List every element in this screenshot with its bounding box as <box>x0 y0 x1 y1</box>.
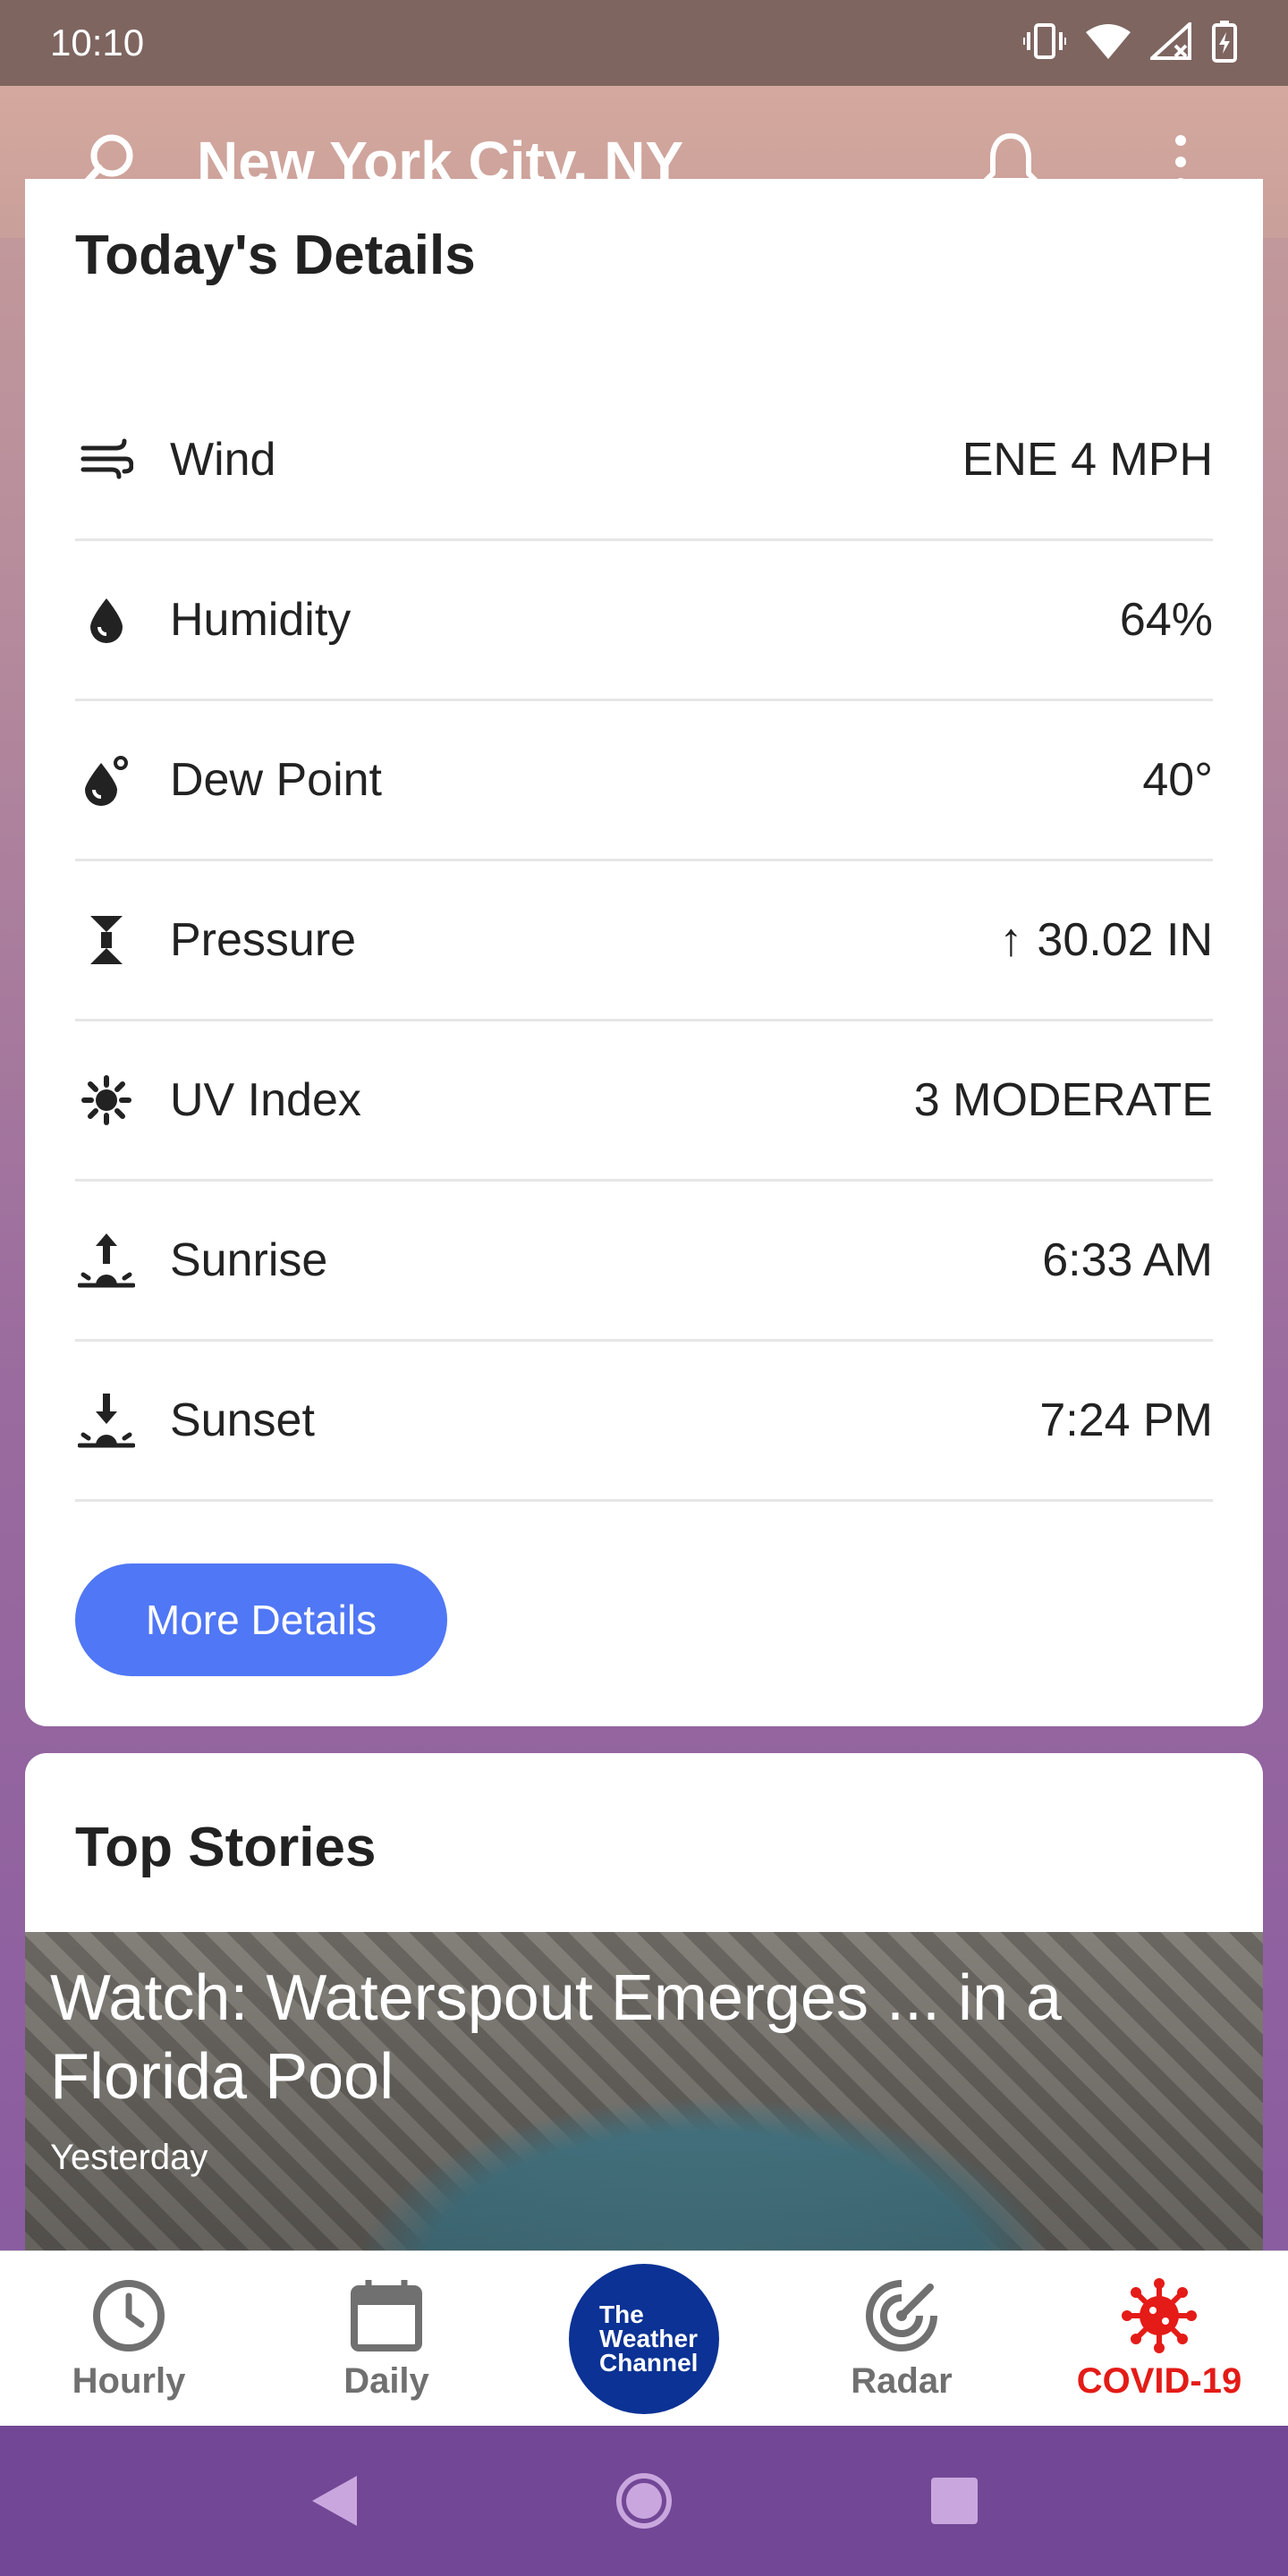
detail-value: 3 MODERATE <box>913 1074 1213 1126</box>
story-headline[interactable]: Watch: Waterspout Emerges ... in a Flori… <box>50 1959 1195 2116</box>
detail-label: Pressure <box>170 914 357 966</box>
nav-covid-19[interactable]: COVID-19 <box>1061 2275 1258 2402</box>
detail-value: 6:33 AM <box>1042 1234 1213 1286</box>
status-icons <box>1021 19 1238 67</box>
back-icon[interactable] <box>298 2465 369 2537</box>
wifi-icon <box>1086 23 1131 64</box>
details-title: Today's Details <box>75 225 476 286</box>
calendar-icon <box>346 2275 427 2356</box>
detail-label: Humidity <box>170 594 352 646</box>
nav-label: Hourly <box>72 2361 186 2401</box>
detail-row-sunrise: Sunrise 6:33 AM <box>75 1182 1213 1342</box>
radar-icon <box>861 2275 942 2356</box>
nav-label: Radar <box>851 2361 953 2401</box>
detail-row-wind: Wind ENE 4 MPH <box>75 381 1213 541</box>
home-circle-icon[interactable] <box>608 2465 680 2537</box>
sunset-icon <box>75 1389 138 1452</box>
stories-title: Top Stories <box>75 1817 377 1878</box>
detail-row-uv-index: UV Index 3 MODERATE <box>75 1021 1213 1182</box>
pressure-icon <box>75 909 138 971</box>
pressure-trend-up-icon: ↑ <box>999 914 1023 966</box>
nav-label: COVID-19 <box>1076 2361 1242 2401</box>
signal-icon <box>1147 19 1191 64</box>
nav-daily[interactable]: Daily <box>288 2275 485 2402</box>
nav-home-logo[interactable]: The Weather Channel <box>546 2263 742 2414</box>
nav-hourly[interactable]: Hourly <box>30 2275 227 2402</box>
detail-label: Sunrise <box>170 1234 328 1286</box>
more-details-button[interactable]: More Details <box>75 1563 447 1676</box>
detail-value: 7:24 PM <box>1039 1394 1213 1446</box>
dew-point-icon <box>75 749 138 811</box>
virus-icon <box>1119 2275 1199 2356</box>
logo-line: The <box>599 2301 644 2328</box>
detail-row-pressure: Pressure ↑ 30.02 IN <box>75 861 1213 1021</box>
detail-row-sunset: Sunset 7:24 PM <box>75 1342 1213 1502</box>
sunrise-icon <box>75 1229 138 1292</box>
detail-value: 40° <box>1142 754 1213 806</box>
status-bar: 10:10 <box>0 0 1288 86</box>
detail-value: 30.02 IN <box>1037 914 1213 966</box>
nav-label: Daily <box>343 2361 429 2401</box>
detail-label: Sunset <box>170 1394 315 1446</box>
recents-square-icon[interactable] <box>919 2465 990 2537</box>
clock-icon <box>89 2275 169 2356</box>
logo-line: Weather <box>599 2325 698 2352</box>
vibrate-icon <box>1021 21 1068 65</box>
nav-radar[interactable]: Radar <box>803 2275 1000 2402</box>
wind-icon <box>75 428 138 491</box>
battery-icon <box>1211 20 1238 67</box>
story-time: Yesterday <box>50 2138 208 2177</box>
detail-value: ENE 4 MPH <box>962 434 1213 486</box>
detail-value: 64% <box>1119 594 1213 646</box>
bottom-nav: Hourly Daily The Weather Channel Radar C… <box>0 2250 1288 2426</box>
status-time: 10:10 <box>50 21 145 64</box>
pressure-value: ↑ 30.02 IN <box>999 913 1213 967</box>
uv-index-icon <box>75 1069 138 1131</box>
logo-line: Channel <box>599 2349 699 2377</box>
todays-details-card: Today's Details Wind ENE 4 MPH Humidity … <box>25 179 1263 1726</box>
detail-label: Wind <box>170 434 276 486</box>
detail-label: Dew Point <box>170 754 382 806</box>
system-nav-bar <box>0 2426 1288 2576</box>
weather-channel-logo[interactable]: The Weather Channel <box>569 2263 719 2414</box>
detail-label: UV Index <box>170 1074 361 1126</box>
detail-list: Wind ENE 4 MPH Humidity 64% Dew Point 40… <box>75 381 1213 1502</box>
humidity-icon <box>75 589 138 651</box>
detail-row-humidity: Humidity 64% <box>75 541 1213 701</box>
detail-row-dew-point: Dew Point 40° <box>75 701 1213 861</box>
story-text[interactable]: Watch: Waterspout Emerges ... in a Flori… <box>50 1959 1195 2178</box>
